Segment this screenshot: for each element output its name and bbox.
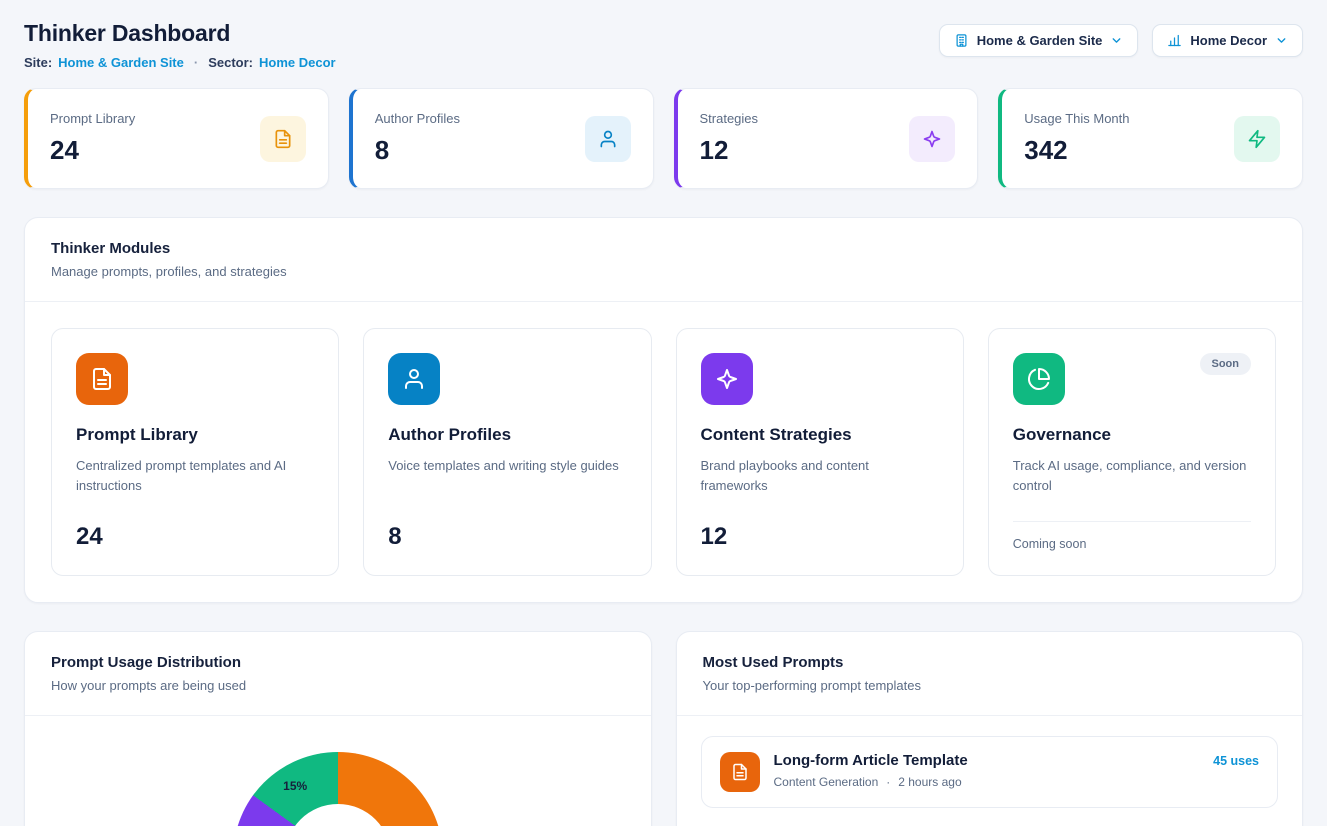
prompt-category: Content Generation (774, 775, 879, 789)
stat-text: Usage This Month 342 (1024, 111, 1129, 166)
stat-text: Prompt Library 24 (50, 111, 135, 166)
usage-panel-title: Prompt Usage Distribution (51, 654, 625, 671)
prompt-usage-panel: Prompt Usage Distribution How your promp… (24, 631, 652, 826)
stats-row: Prompt Library 24 Author Profiles 8 Stra… (24, 88, 1303, 189)
site-label: Site: (24, 55, 52, 70)
chevron-down-icon (1275, 34, 1288, 47)
prompts-panel-header: Most Used Prompts Your top-performing pr… (677, 632, 1303, 716)
prompt-list: Long-form Article Template Content Gener… (677, 716, 1303, 826)
module-card-governance[interactable]: Soon Governance Track AI usage, complian… (988, 328, 1276, 576)
sector-selector-dropdown[interactable]: Home Decor (1152, 24, 1303, 57)
bottom-row: Prompt Usage Distribution How your promp… (24, 631, 1303, 826)
prompt-info: Long-form Article Template Content Gener… (774, 752, 968, 789)
stat-card-author-profiles: Author Profiles 8 (349, 88, 654, 189)
stat-card-prompt-library: Prompt Library 24 (24, 88, 329, 189)
modules-subtitle: Manage prompts, profiles, and strategies (51, 264, 1276, 279)
file-text-icon (720, 752, 760, 792)
stat-text: Author Profiles 8 (375, 111, 460, 166)
coming-soon-text: Coming soon (1013, 521, 1251, 551)
usage-panel-subtitle: How your prompts are being used (51, 678, 625, 693)
module-top (701, 353, 939, 405)
thinker-modules-section: Thinker Modules Manage prompts, profiles… (24, 217, 1303, 603)
module-description: Centralized prompt templates and AI inst… (76, 456, 314, 509)
user-icon (388, 353, 440, 405)
stat-value: 8 (375, 135, 460, 166)
soon-badge: Soon (1200, 353, 1252, 375)
modules-title: Thinker Modules (51, 240, 1276, 257)
module-card-prompt-library[interactable]: Prompt Library Centralized prompt templa… (51, 328, 339, 576)
module-title: Prompt Library (76, 425, 314, 445)
stat-label: Prompt Library (50, 111, 135, 126)
user-icon (585, 116, 631, 162)
page-title: Thinker Dashboard (24, 20, 336, 47)
module-count: 24 (76, 523, 314, 551)
stat-value: 24 (50, 135, 135, 166)
module-card-author-profiles[interactable]: Author Profiles Voice templates and writ… (363, 328, 651, 576)
stat-text: Strategies 12 (700, 111, 759, 166)
header-left: Thinker Dashboard Site: Home & Garden Si… (24, 20, 336, 70)
breadcrumb-separator: · (194, 55, 198, 70)
module-top: Soon (1013, 353, 1251, 405)
modules-grid: Prompt Library Centralized prompt templa… (25, 302, 1302, 602)
prompt-list-item[interactable]: Long-form Article Template Content Gener… (701, 736, 1279, 808)
stat-value: 12 (700, 135, 759, 166)
stat-card-strategies: Strategies 12 (674, 88, 979, 189)
usage-panel-header: Prompt Usage Distribution How your promp… (25, 632, 651, 716)
dashboard-page: Thinker Dashboard Site: Home & Garden Si… (0, 0, 1327, 826)
modules-header: Thinker Modules Manage prompts, profiles… (25, 218, 1302, 302)
module-card-content-strategies[interactable]: Content Strategies Brand playbooks and c… (676, 328, 964, 576)
prompt-title: Long-form Article Template (774, 752, 968, 769)
header-actions: Home & Garden Site Home Decor (939, 24, 1303, 57)
module-description: Brand playbooks and content frameworks (701, 456, 939, 509)
file-text-icon (76, 353, 128, 405)
usage-donut-chart: 15% (233, 752, 443, 826)
zap-icon (1234, 116, 1280, 162)
prompt-meta: Content Generation · 2 hours ago (774, 775, 968, 789)
building-icon (954, 33, 969, 48)
sector-label: Sector: (208, 55, 253, 70)
site-link[interactable]: Home & Garden Site (58, 55, 184, 70)
pie-chart-icon (1013, 353, 1065, 405)
file-text-icon (260, 116, 306, 162)
prompts-panel-subtitle: Your top-performing prompt templates (703, 678, 1277, 693)
stat-label: Author Profiles (375, 111, 460, 126)
bar-chart-icon (1167, 33, 1182, 48)
module-description: Voice templates and writing style guides (388, 456, 626, 509)
sparkle-icon (909, 116, 955, 162)
prompt-time: 2 hours ago (898, 775, 961, 789)
module-top (76, 353, 314, 405)
module-description: Track AI usage, compliance, and version … (1013, 456, 1251, 507)
sparkle-icon (701, 353, 753, 405)
module-count: 8 (388, 523, 626, 551)
prompts-panel-title: Most Used Prompts (703, 654, 1277, 671)
meta-separator: · (886, 775, 890, 789)
module-title: Governance (1013, 425, 1251, 445)
sector-link[interactable]: Home Decor (259, 55, 336, 70)
chart-area: 15% (25, 716, 651, 826)
site-selector-dropdown[interactable]: Home & Garden Site (939, 24, 1139, 57)
module-top (388, 353, 626, 405)
stat-value: 342 (1024, 135, 1129, 166)
prompt-uses-badge: 45 uses (1213, 754, 1259, 768)
donut-segment-label: 15% (283, 779, 307, 793)
module-title: Content Strategies (701, 425, 939, 445)
stat-label: Usage This Month (1024, 111, 1129, 126)
sector-selector-value: Home Decor (1190, 33, 1267, 48)
most-used-prompts-panel: Most Used Prompts Your top-performing pr… (676, 631, 1304, 826)
module-title: Author Profiles (388, 425, 626, 445)
breadcrumb: Site: Home & Garden Site · Sector: Home … (24, 55, 336, 70)
page-header: Thinker Dashboard Site: Home & Garden Si… (24, 20, 1303, 70)
site-selector-value: Home & Garden Site (977, 33, 1103, 48)
module-count: 12 (701, 523, 939, 551)
stat-label: Strategies (700, 111, 759, 126)
chevron-down-icon (1110, 34, 1123, 47)
stat-card-usage: Usage This Month 342 (998, 88, 1303, 189)
